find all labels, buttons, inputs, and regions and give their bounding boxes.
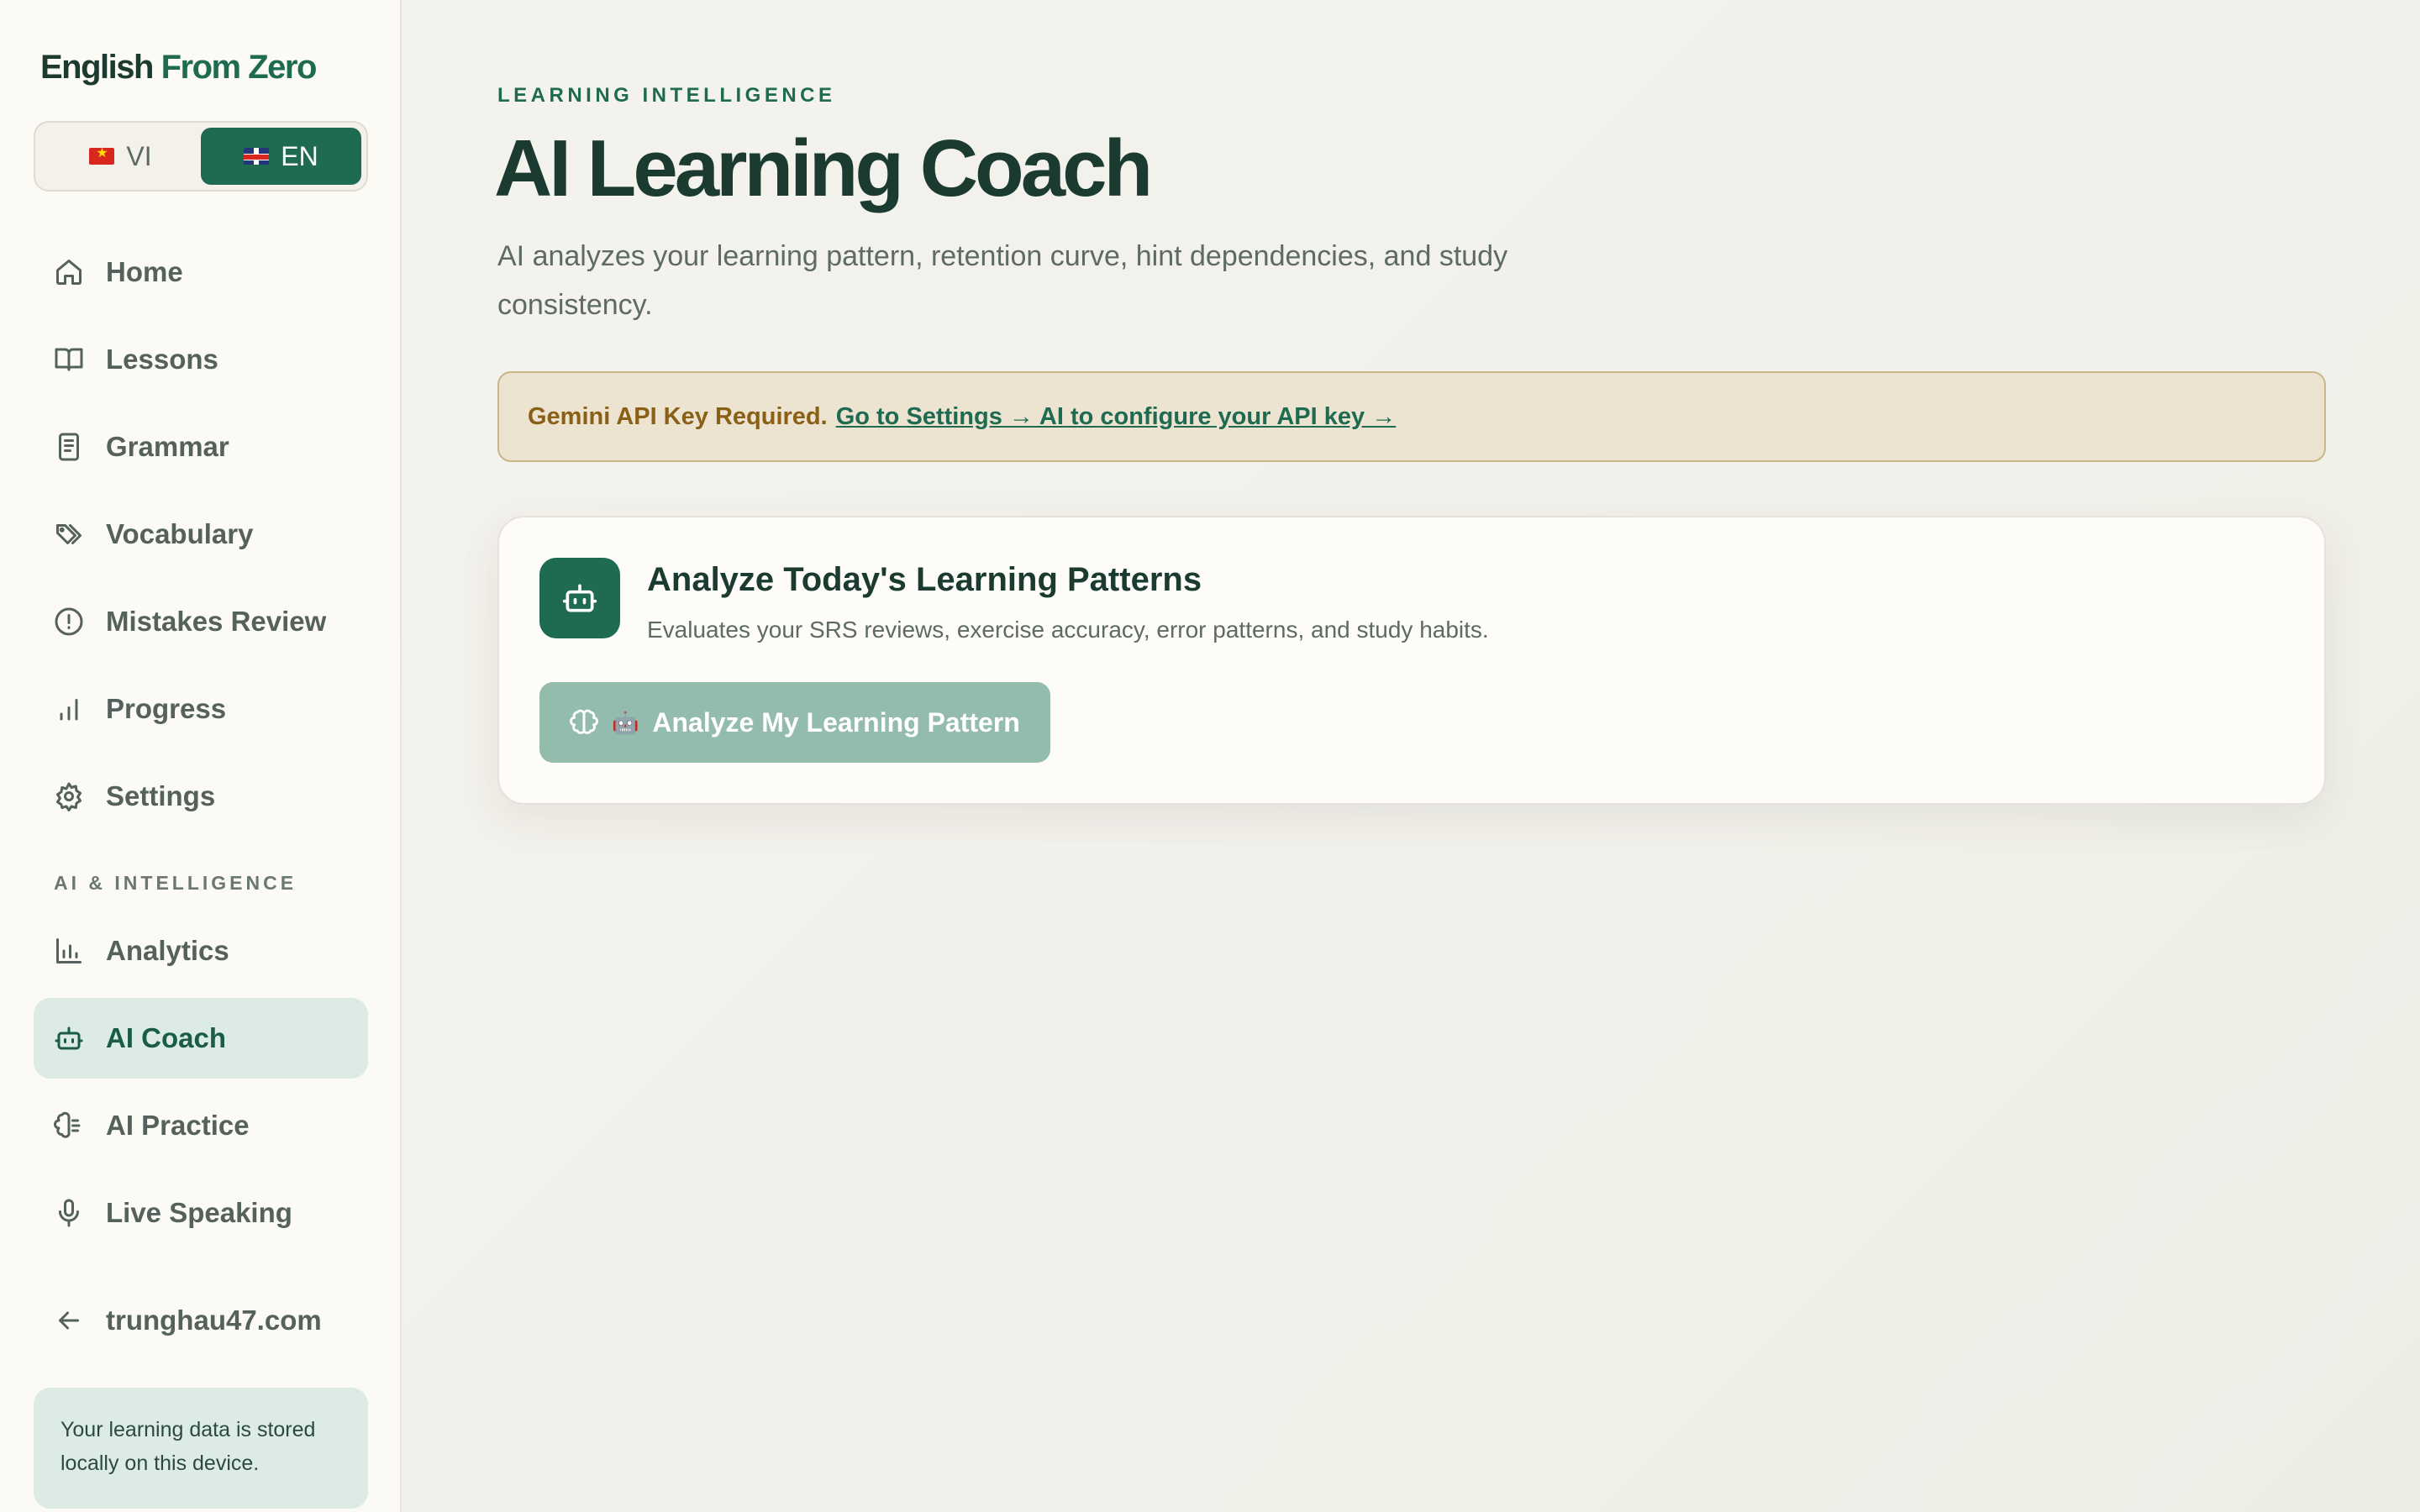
language-option-vi[interactable]: VI <box>40 128 201 185</box>
sidebar-item-mistakes-review[interactable]: Mistakes Review <box>34 581 368 662</box>
sidebar-item-label: Lessons <box>106 344 218 375</box>
gear-icon <box>54 781 84 811</box>
brand-name-part2: From Zero <box>160 49 318 86</box>
sidebar-item-lessons[interactable]: Lessons <box>34 319 368 400</box>
language-toggle: VI EN <box>34 121 368 192</box>
sidebar-item-label: Mistakes Review <box>106 606 327 637</box>
book-open-icon <box>54 344 84 375</box>
analytics-chart-icon <box>54 936 84 966</box>
back-link[interactable]: trunghau47.com <box>34 1280 368 1361</box>
language-code-vi: VI <box>126 140 152 171</box>
robot-icon: 🤖 <box>612 709 639 735</box>
sidebar-item-settings[interactable]: Settings <box>34 756 368 837</box>
sidebar: English From Zero VI EN Home Lessons Gra… <box>0 0 402 1512</box>
brand-name-part1: English <box>40 49 154 86</box>
language-option-en[interactable]: EN <box>201 128 361 185</box>
arrow-left-icon <box>54 1305 84 1336</box>
card-title: Analyze Today's Learning Patterns <box>647 561 1202 598</box>
home-icon <box>54 257 84 287</box>
sidebar-item-label: Home <box>106 256 183 287</box>
bot-icon <box>54 1023 84 1053</box>
settings-link[interactable]: Go to Settings → AI to configure your AP… <box>836 403 1397 431</box>
card-description: Evaluates your SRS reviews, exercise acc… <box>647 617 1489 643</box>
analyze-button-label: Analyze My Learning Pattern <box>652 706 1020 738</box>
sidebar-item-label: Live Speaking <box>106 1197 292 1228</box>
sidebar-item-live-speaking[interactable]: Live Speaking <box>34 1173 368 1253</box>
flag-uk-icon <box>244 148 270 165</box>
tags-icon <box>54 519 84 549</box>
page-title: AI Learning Coach <box>494 123 1153 213</box>
sidebar-item-label: Settings <box>106 780 216 811</box>
brain-icon <box>54 1110 84 1141</box>
microphone-icon <box>54 1198 84 1228</box>
sidebar-item-label: Progress <box>106 693 227 724</box>
sidebar-item-progress[interactable]: Progress <box>34 669 368 749</box>
sidebar-item-ai-practice[interactable]: AI Practice <box>34 1085 368 1166</box>
sidebar-item-label: Analytics <box>106 935 229 966</box>
sidebar-item-analytics[interactable]: Analytics <box>34 911 368 991</box>
alert-circle-icon <box>54 606 84 637</box>
notebook-icon <box>54 432 84 462</box>
brand-logo[interactable]: English From Zero <box>40 49 318 87</box>
sidebar-item-vocabulary[interactable]: Vocabulary <box>34 494 368 575</box>
page-subtitle: AI analyzes your learning pattern, reten… <box>497 240 1508 321</box>
local-storage-info: Your learning data is stored locally on … <box>34 1388 368 1509</box>
api-key-alert: Gemini API Key Required. Go to Settings … <box>497 371 2326 462</box>
main-content: LEARNING INTELLIGENCE AI Learning Coach … <box>402 0 2420 1512</box>
section-label-ai: AI & INTELLIGENCE <box>54 872 297 894</box>
page-eyebrow: LEARNING INTELLIGENCE <box>497 84 836 107</box>
sidebar-item-ai-coach[interactable]: AI Coach <box>34 998 368 1079</box>
analyze-card: Analyze Today's Learning Patterns Evalua… <box>497 516 2326 805</box>
language-code-en: EN <box>281 140 318 171</box>
alert-title: Gemini API Key Required. <box>528 402 828 430</box>
sidebar-item-label: Grammar <box>106 431 229 462</box>
sidebar-item-label: AI Coach <box>106 1022 227 1053</box>
bar-chart-icon <box>54 694 84 724</box>
sidebar-item-grammar[interactable]: Grammar <box>34 407 368 487</box>
bot-icon <box>539 558 620 638</box>
sidebar-item-home[interactable]: Home <box>34 232 368 312</box>
sidebar-item-label: AI Practice <box>106 1110 250 1141</box>
analyze-button[interactable]: 🤖 Analyze My Learning Pattern <box>539 682 1050 763</box>
brain-icon <box>570 709 598 734</box>
flag-vn-icon <box>89 144 115 165</box>
back-link-label: trunghau47.com <box>106 1305 322 1336</box>
sidebar-item-label: Vocabulary <box>106 518 254 549</box>
